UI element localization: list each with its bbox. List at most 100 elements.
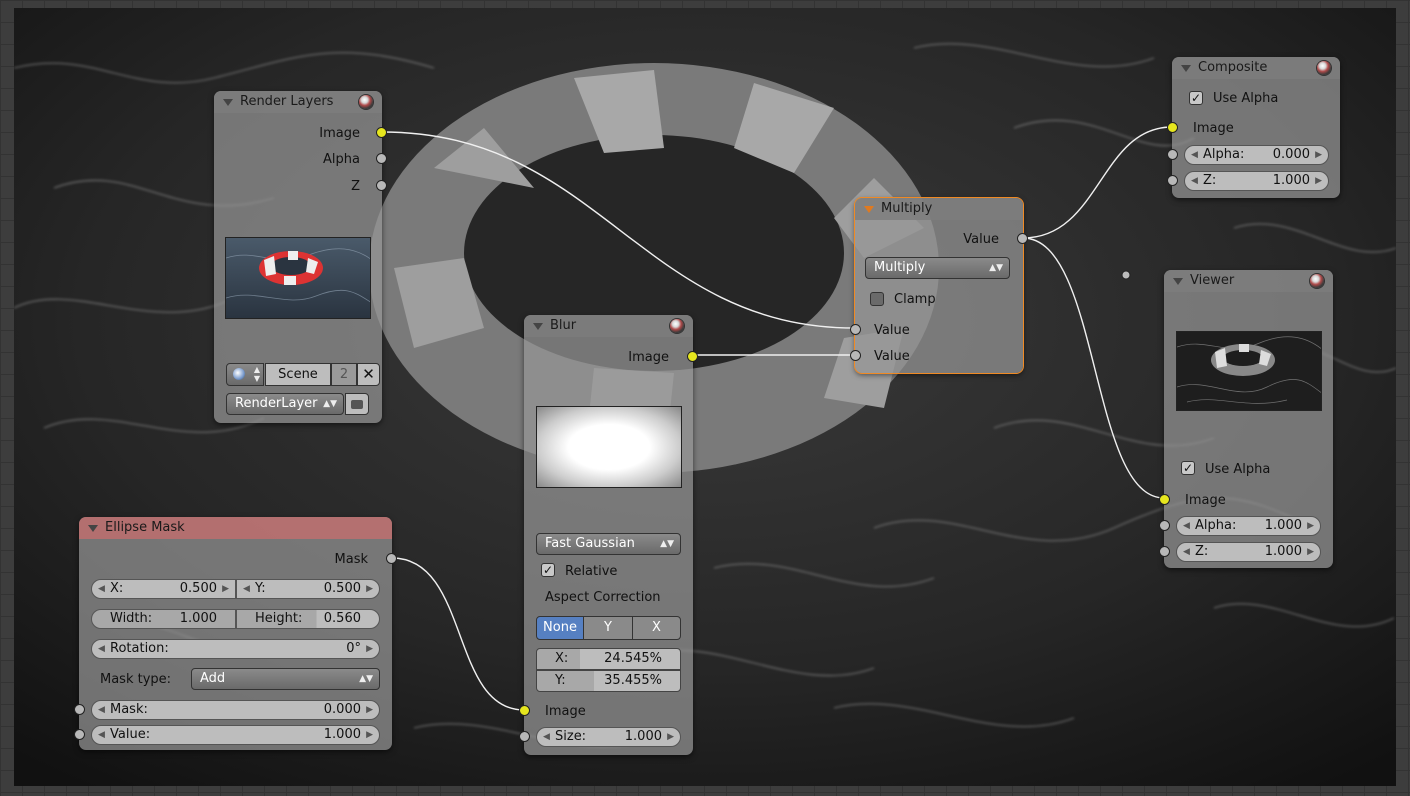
input-socket-value-1[interactable] [850,324,861,335]
blur-header[interactable]: Blur [524,315,693,337]
value-input-value: 1.000 [323,727,361,742]
decrement-arrow-icon[interactable]: ◀ [1191,146,1198,164]
use-alpha-checkbox[interactable]: ✓ [1181,461,1195,475]
mask-width-field[interactable]: Width: 1.000 [91,609,236,629]
mask-height-field[interactable]: Height: 0.560 [236,609,380,629]
output-socket-image[interactable] [687,351,698,362]
increment-arrow-icon[interactable]: ▶ [366,640,373,658]
node-editor-canvas[interactable]: Render Layers Image Alpha Z ▲ ▼ Scene 2 … [0,0,1410,796]
decrement-arrow-icon[interactable]: ◀ [1183,517,1190,535]
output-label-value: Value [963,232,999,247]
composite-z-field[interactable]: ◀ Z: 1.000 ▶ [1184,171,1329,191]
render-layers-node[interactable]: Render Layers Image Alpha Z ▲ ▼ Scene 2 … [214,91,387,423]
preview-toggle-icon[interactable] [1310,274,1324,288]
blur-node[interactable]: Blur Image Fast Gaussian ▲▼ ✓ Relative A… [519,315,698,755]
decrement-arrow-icon[interactable]: ◀ [543,728,550,746]
composite-node[interactable]: Composite ✓ Use Alpha Image ◀ Alpha: 0.0… [1167,57,1340,198]
input-socket-image[interactable] [1167,122,1178,133]
input-socket-value[interactable] [74,729,85,740]
node-title: Render Layers [240,94,334,109]
render-button[interactable] [345,393,369,415]
input-socket-alpha[interactable] [1159,520,1170,531]
output-socket-z[interactable] [376,180,387,191]
input-socket-z[interactable] [1167,175,1178,186]
decrement-arrow-icon[interactable]: ◀ [243,580,250,598]
value-input-label: Value: [110,727,151,742]
mask-type-dropdown[interactable]: Add ▲▼ [191,668,380,690]
decrement-arrow-icon[interactable]: ◀ [98,701,105,719]
blur-y-field[interactable]: Y: 35.455% [536,670,681,692]
input-socket-alpha[interactable] [1167,149,1178,160]
input-socket-image[interactable] [519,705,530,716]
scene-name-field[interactable]: Scene [265,363,331,386]
relative-checkbox[interactable]: ✓ [541,563,555,577]
viewer-node[interactable]: Viewer ✓ Use Alpha Image ◀ Alpha: 1.000 … [1159,270,1333,568]
blur-x-field[interactable]: X: 24.545% [536,648,681,670]
decrement-arrow-icon[interactable]: ◀ [98,726,105,744]
render-layer-dropdown[interactable]: RenderLayer ▲▼ [226,393,344,415]
collapse-triangle-icon[interactable] [1181,65,1191,72]
scene-browse-button[interactable]: ▲ ▼ [226,363,264,386]
filter-type-dropdown[interactable]: Fast Gaussian ▲▼ [536,533,681,555]
input-label-value-1: Value [874,323,910,338]
composite-header[interactable]: Composite [1172,57,1340,79]
mask-x-field[interactable]: ◀ X: 0.500 ▶ [91,579,236,599]
preview-toggle-icon[interactable] [670,319,684,333]
viewer-header[interactable]: Viewer [1164,270,1333,292]
output-socket-value[interactable] [1017,233,1028,244]
collapse-triangle-icon[interactable] [1173,278,1183,285]
increment-arrow-icon[interactable]: ▶ [667,728,674,746]
input-socket-mask[interactable] [74,704,85,715]
collapse-triangle-icon[interactable] [864,206,874,213]
ellipse-mask-header[interactable]: Ellipse Mask [79,517,392,539]
collapse-triangle-icon[interactable] [223,99,233,106]
render-layers-header[interactable]: Render Layers [214,91,382,113]
preview-toggle-icon[interactable] [1317,61,1331,75]
width-value: 1.000 [179,611,217,626]
output-socket-mask[interactable] [386,553,397,564]
input-socket-z[interactable] [1159,546,1170,557]
increment-arrow-icon[interactable]: ▶ [366,701,373,719]
increment-arrow-icon[interactable]: ▶ [1307,543,1314,561]
increment-arrow-icon[interactable]: ▶ [366,726,373,744]
composite-alpha-field[interactable]: ◀ Alpha: 0.000 ▶ [1184,145,1329,165]
output-socket-image[interactable] [376,127,387,138]
blur-size-field[interactable]: ◀ Size: 1.000 ▶ [536,727,681,747]
aspect-y-button[interactable]: Y [583,616,633,640]
ellipse-mask-node[interactable]: Ellipse Mask Mask ◀ X: 0.500 ▶ ◀ Y: 0.50… [74,517,397,750]
decrement-arrow-icon[interactable]: ◀ [98,580,105,598]
output-socket-alpha[interactable] [376,153,387,164]
decrement-arrow-icon[interactable]: ◀ [1183,543,1190,561]
aspect-x-button[interactable]: X [632,616,681,640]
increment-arrow-icon[interactable]: ▶ [222,580,229,598]
clamp-checkbox[interactable] [870,292,884,306]
aspect-none-button[interactable]: None [536,616,584,640]
multiply-node[interactable]: Multiply Value Multiply ▲▼ Clamp Value V… [850,197,1028,374]
multiply-header[interactable]: Multiply [855,198,1023,220]
input-socket-image[interactable] [1159,494,1170,505]
collapse-triangle-icon[interactable] [533,323,543,330]
increment-arrow-icon[interactable]: ▶ [1315,146,1322,164]
operation-dropdown[interactable]: Multiply ▲▼ [865,257,1010,279]
use-alpha-checkbox[interactable]: ✓ [1189,91,1203,105]
input-socket-value-2[interactable] [850,350,861,361]
decrement-arrow-icon[interactable]: ◀ [98,640,105,658]
mask-rotation-field[interactable]: ◀ Rotation: 0° ▶ [91,639,380,659]
preview-toggle-icon[interactable] [359,95,373,109]
viewer-z-field[interactable]: ◀ Z: 1.000 ▶ [1176,542,1321,562]
mask-input-field[interactable]: ◀ Mask: 0.000 ▶ [91,700,380,720]
value-input-field[interactable]: ◀ Value: 1.000 ▶ [91,725,380,745]
increment-arrow-icon[interactable]: ▶ [1307,517,1314,535]
mask-y-field[interactable]: ◀ Y: 0.500 ▶ [236,579,380,599]
z-label: Z: [1195,544,1209,559]
increment-arrow-icon[interactable]: ▶ [1315,172,1322,190]
decrement-arrow-icon[interactable]: ◀ [1191,172,1198,190]
viewer-alpha-field[interactable]: ◀ Alpha: 1.000 ▶ [1176,516,1321,536]
y-value: 0.500 [323,581,361,596]
increment-arrow-icon[interactable]: ▶ [366,580,373,598]
output-label-mask: Mask [334,552,368,567]
collapse-triangle-icon[interactable] [88,525,98,532]
scene-unlink-button[interactable]: ✕ [357,363,380,386]
input-socket-size[interactable] [519,731,530,742]
scene-selector[interactable]: ▲ ▼ Scene 2 ✕ [226,363,380,386]
